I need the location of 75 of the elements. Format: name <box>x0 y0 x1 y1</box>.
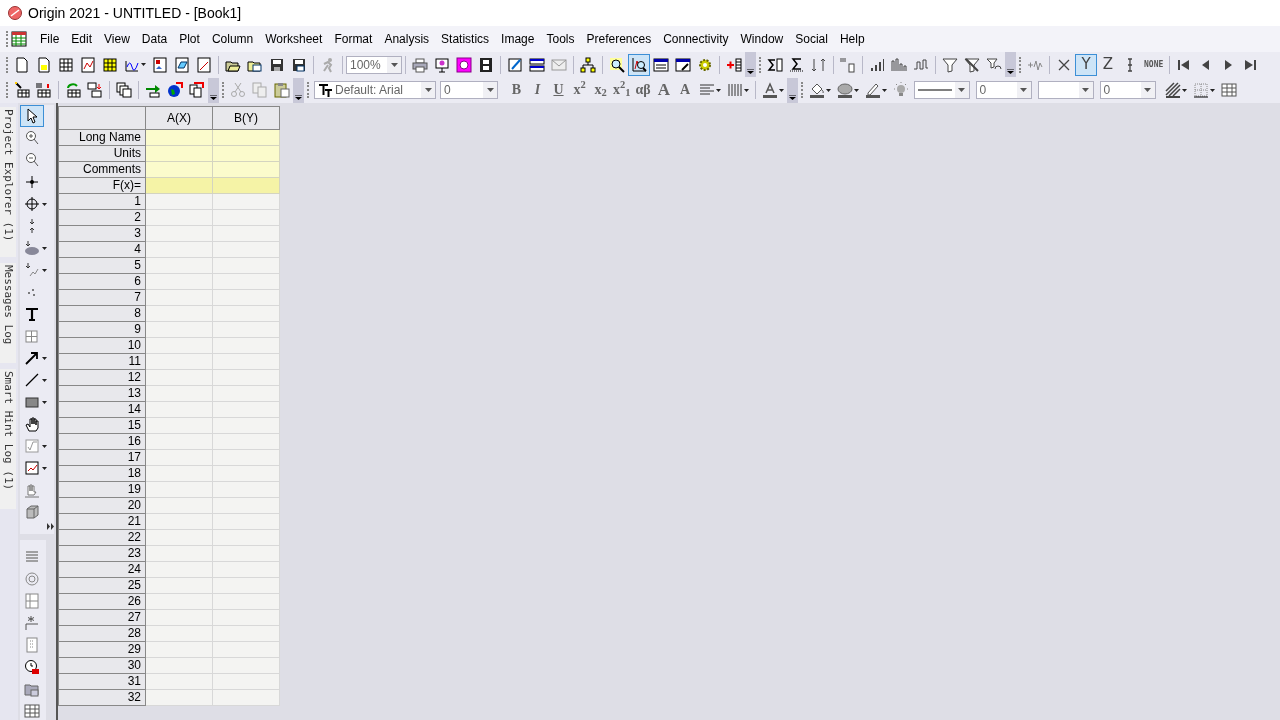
row-header[interactable]: 27 <box>59 610 146 626</box>
row-header[interactable]: 1 <box>59 194 146 210</box>
row-header[interactable]: 22 <box>59 530 146 546</box>
menu-item[interactable]: Plot <box>173 28 206 50</box>
menu-item[interactable]: Column <box>205 28 260 50</box>
menu-item[interactable]: Edit <box>65 28 99 50</box>
menu-item[interactable]: View <box>98 28 136 50</box>
row-header[interactable]: 15 <box>59 418 146 434</box>
row-header[interactable]: 11 <box>59 354 146 370</box>
format-button[interactable]: A <box>653 79 675 101</box>
row-header[interactable]: 32 <box>59 690 146 706</box>
format-button[interactable]: x$_{2}$ <box>590 79 611 101</box>
window-title: Origin 2021 - UNTITLED - [Book1] <box>28 3 242 23</box>
column-header[interactable]: B(Y) <box>213 107 280 130</box>
line-width-dropdown[interactable]: 0 <box>975 81 1032 99</box>
row-header[interactable]: 26 <box>59 594 146 610</box>
row-header[interactable]: 23 <box>59 546 146 562</box>
format-button[interactable]: x$^{2}$ <box>569 79 590 101</box>
designation-button[interactable]: Z <box>1097 53 1119 76</box>
menu-item[interactable]: Analysis <box>378 28 436 50</box>
menu-item[interactable]: File <box>34 28 66 50</box>
row-header[interactable]: 24 <box>59 562 146 578</box>
row-header[interactable]: 18 <box>59 466 146 482</box>
zoom-dropdown[interactable]: 100% <box>346 55 402 74</box>
format-button[interactable]: U <box>548 79 569 101</box>
row-header[interactable]: 16 <box>59 434 146 450</box>
row-header[interactable]: 13 <box>59 386 146 402</box>
menu-item[interactable]: Data <box>135 28 174 50</box>
row-header[interactable]: Units <box>59 146 146 162</box>
row-header[interactable]: 14 <box>59 402 146 418</box>
row-header[interactable]: 17 <box>59 450 146 466</box>
row-header[interactable]: 6 <box>59 274 146 290</box>
row-header[interactable]: 5 <box>59 258 146 274</box>
side-panel-tab[interactable]: Project Explorer (1) <box>0 107 16 257</box>
format-button[interactable]: αβ <box>632 79 654 101</box>
row-header[interactable]: 4 <box>59 242 146 258</box>
font-size-dropdown[interactable]: 0 <box>440 81 498 99</box>
row-header[interactable]: 20 <box>59 498 146 514</box>
row-header[interactable]: Long Name <box>59 130 146 146</box>
row-header[interactable]: 2 <box>59 210 146 226</box>
row-header[interactable]: 9 <box>59 322 146 338</box>
row-header[interactable]: 8 <box>59 306 146 322</box>
menu-item[interactable]: Image <box>495 28 541 50</box>
menu-item[interactable]: Worksheet <box>259 28 329 50</box>
font-dropdown[interactable]: Default: Arial <box>314 81 436 99</box>
row-header[interactable]: 30 <box>59 658 146 674</box>
side-panel-tab[interactable]: Messages Log <box>0 263 16 363</box>
row-header[interactable]: 21 <box>59 514 146 530</box>
row-header[interactable]: 31 <box>59 674 146 690</box>
row-header[interactable]: Comments <box>59 162 146 178</box>
row-header[interactable]: 25 <box>59 578 146 594</box>
format-button[interactable]: I <box>527 79 548 101</box>
row-header[interactable]: 12 <box>59 370 146 386</box>
menu-item[interactable]: Tools <box>540 28 581 50</box>
designation-button[interactable]: NONE <box>1141 53 1167 76</box>
menu-item[interactable]: Statistics <box>435 28 496 50</box>
row-header[interactable]: 28 <box>59 626 146 642</box>
row-header[interactable]: 10 <box>59 338 146 354</box>
row-header[interactable]: 19 <box>59 482 146 498</box>
menu-item[interactable]: Window <box>734 28 790 50</box>
row-header[interactable]: F(x)= <box>59 178 146 194</box>
column-header[interactable]: A(X) <box>146 107 213 130</box>
menu-item[interactable]: Preferences <box>580 28 658 50</box>
row-header[interactable]: 29 <box>59 642 146 658</box>
pattern-width-dropdown[interactable]: 0 <box>1099 81 1156 99</box>
format-button[interactable]: B <box>506 79 527 101</box>
designation-button[interactable]: Y <box>1075 53 1097 76</box>
side-panel-tab[interactable]: Smart Hint Log (1) <box>0 369 16 509</box>
menu-item[interactable]: Social <box>789 28 834 50</box>
format-button[interactable]: A <box>674 79 696 101</box>
menu-item[interactable]: Format <box>328 28 379 50</box>
row-header[interactable]: 3 <box>59 226 146 242</box>
menu-item[interactable]: Connectivity <box>657 28 735 50</box>
menu-item[interactable]: Help <box>833 28 871 50</box>
row-header[interactable]: 7 <box>59 290 146 306</box>
